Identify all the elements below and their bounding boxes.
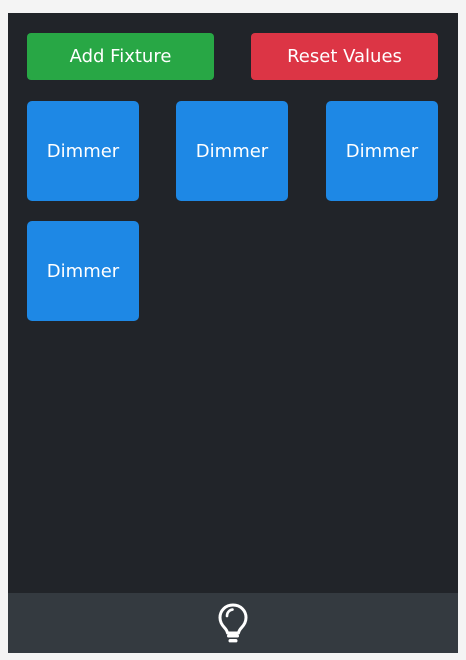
app-frame: Add Fixture Reset Values Dimmer Dimmer D… [8,13,458,653]
bottom-nav-bar [8,593,458,653]
fixture-workspace: Add Fixture Reset Values Dimmer Dimmer D… [8,13,458,593]
reset-values-button[interactable]: Reset Values [251,33,438,80]
lightbulb-icon[interactable] [216,602,250,644]
add-fixture-button[interactable]: Add Fixture [27,33,214,80]
fixture-tile-dimmer[interactable]: Dimmer [326,101,438,201]
fixture-tile-dimmer[interactable]: Dimmer [176,101,288,201]
fixture-tile-dimmer[interactable]: Dimmer [27,221,139,321]
fixture-tile-dimmer[interactable]: Dimmer [27,101,139,201]
